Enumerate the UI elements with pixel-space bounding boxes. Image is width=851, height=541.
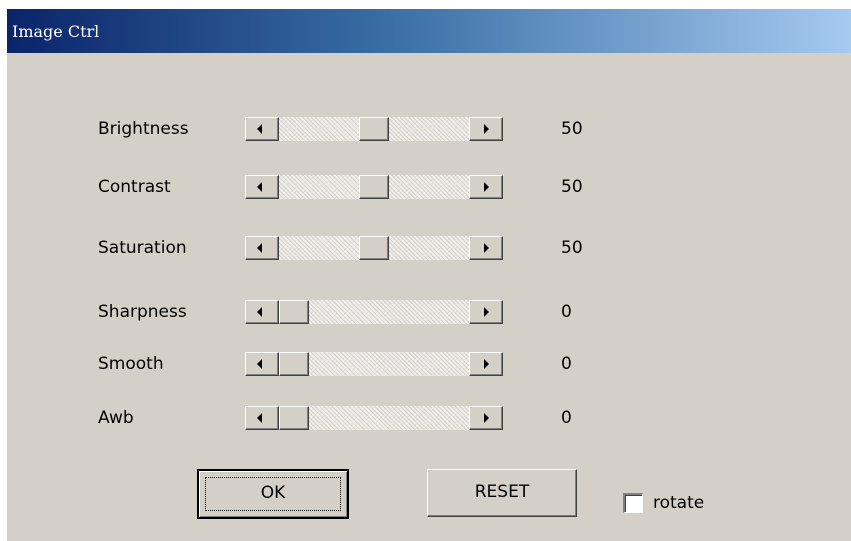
saturation-label: Saturation [98,238,187,258]
arrow-left-icon [257,307,262,317]
smooth-label: Smooth [98,354,164,374]
saturation-scrollbar[interactable] [245,236,503,260]
smooth-scroll-left-button[interactable] [245,352,279,376]
awb-scroll-right-button[interactable] [469,406,503,430]
arrow-left-icon [257,413,262,423]
brightness-scrollbar[interactable] [245,117,503,141]
saturation-value: 50 [561,238,583,258]
arrow-left-icon [257,243,262,253]
arrow-right-icon [484,182,489,192]
reset-button-label: RESET [474,482,530,502]
sharpness-label: Sharpness [98,302,187,322]
arrow-right-icon [484,307,489,317]
saturation-scroll-right-button[interactable] [469,236,503,260]
awb-label: Awb [98,408,134,428]
contrast-value: 50 [561,177,583,197]
smooth-scroll-right-button[interactable] [469,352,503,376]
brightness-scroll-right-button[interactable] [469,117,503,141]
ok-button[interactable]: OK [197,469,349,519]
sharpness-scroll-right-button[interactable] [469,300,503,324]
arrow-left-icon [257,124,262,134]
smooth-scrollbar[interactable] [245,352,503,376]
contrast-label: Contrast [98,177,171,197]
sharpness-scrollbar[interactable] [245,300,503,324]
arrow-right-icon [484,243,489,253]
image-ctrl-dialog: Image Ctrl Brightness 50 Contrast 50 Saturat… [6,8,851,541]
window-title: Image Ctrl [12,22,100,41]
arrow-right-icon [484,413,489,423]
arrow-right-icon [484,124,489,134]
reset-button[interactable]: RESET [427,469,577,517]
awb-scrollbar[interactable] [245,406,503,430]
brightness-value: 50 [561,119,583,139]
sharpness-scroll-thumb[interactable] [279,300,309,324]
saturation-scroll-thumb[interactable] [359,236,389,260]
smooth-value: 0 [561,354,572,374]
brightness-scroll-thumb[interactable] [359,117,389,141]
arrow-left-icon [257,182,262,192]
contrast-scroll-left-button[interactable] [245,175,279,199]
rotate-checkbox-label[interactable]: rotate [653,493,704,513]
sharpness-value: 0 [561,302,572,322]
saturation-scroll-left-button[interactable] [245,236,279,260]
contrast-scroll-right-button[interactable] [469,175,503,199]
arrow-right-icon [484,359,489,369]
title-bar[interactable]: Image Ctrl [7,9,851,53]
ok-button-label: OK [260,483,286,503]
arrow-left-icon [257,359,262,369]
brightness-scroll-left-button[interactable] [245,117,279,141]
awb-scroll-thumb[interactable] [279,406,309,430]
rotate-checkbox[interactable] [623,493,643,513]
brightness-label: Brightness [98,119,189,139]
awb-value: 0 [561,408,572,428]
awb-scroll-left-button[interactable] [245,406,279,430]
smooth-scroll-thumb[interactable] [279,352,309,376]
contrast-scroll-thumb[interactable] [359,175,389,199]
sharpness-scroll-left-button[interactable] [245,300,279,324]
contrast-scrollbar[interactable] [245,175,503,199]
